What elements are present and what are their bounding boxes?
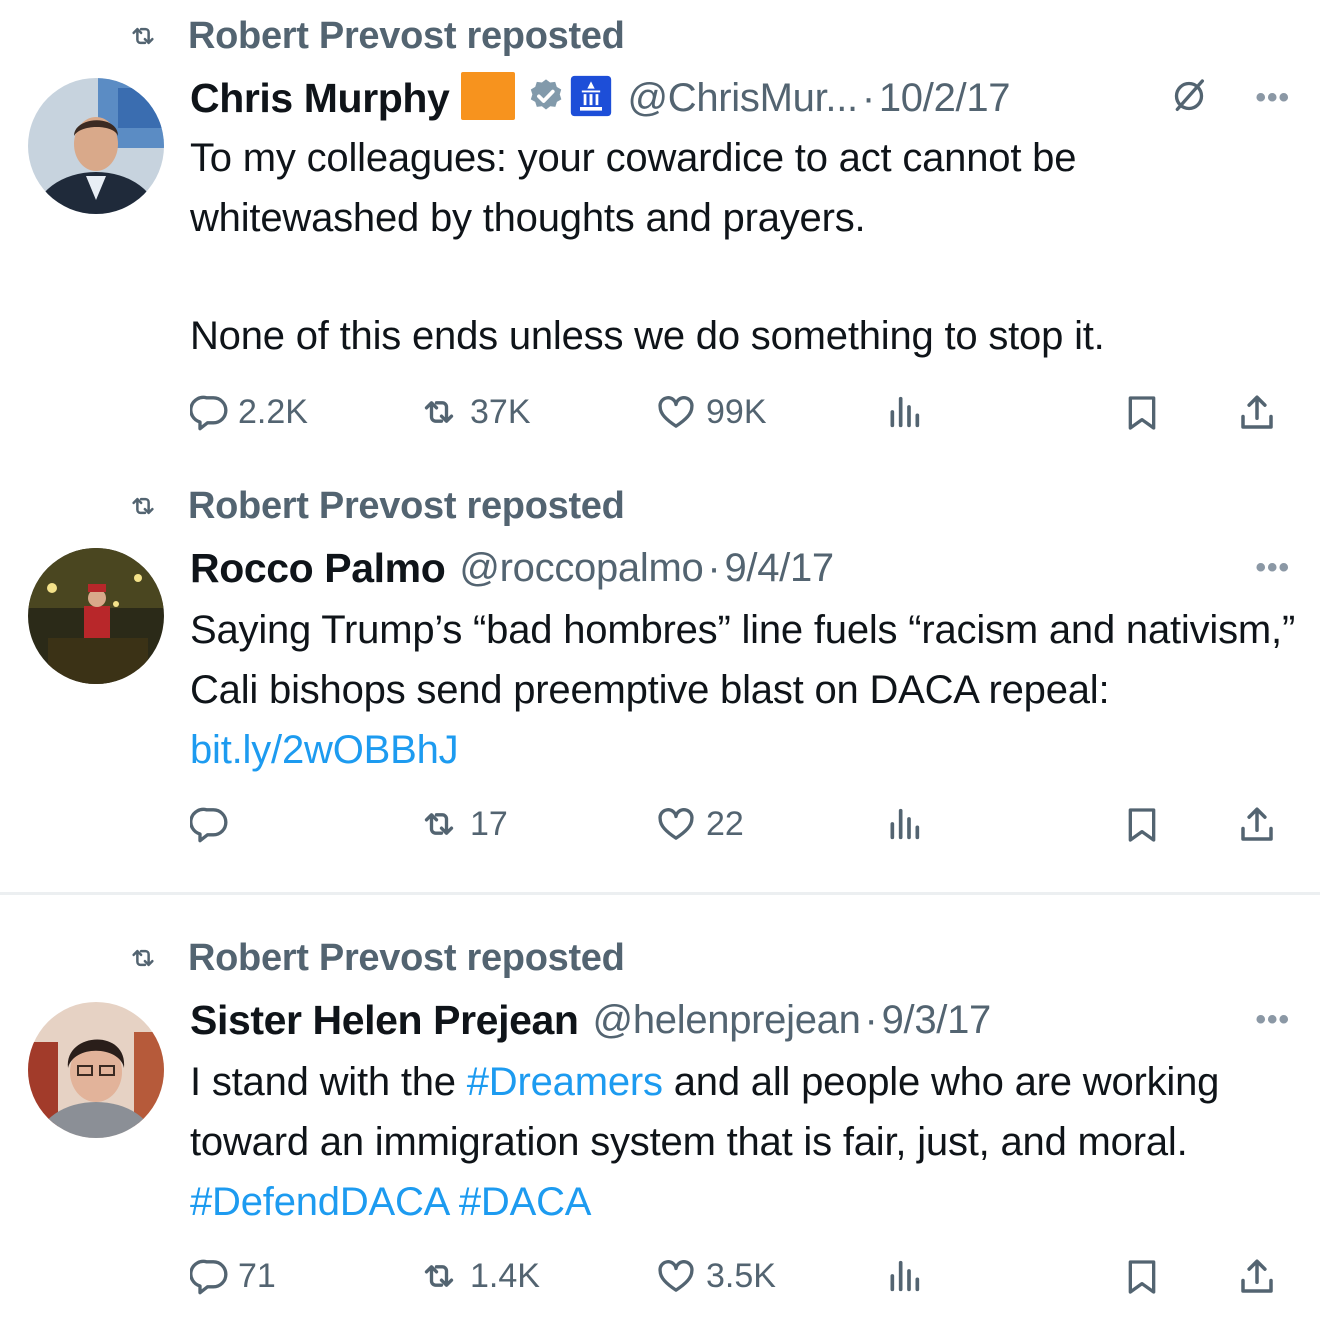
tweet-header: Chris Murphy @ChrisMur... · 10/2/17 ••• bbox=[190, 70, 1290, 126]
repost-context: Robert Prevost reposted bbox=[120, 484, 625, 528]
reply-button[interactable]: 2.2K bbox=[190, 392, 308, 432]
like-button[interactable]: 3.5K bbox=[654, 1256, 776, 1296]
tweet-text: To my colleagues: your cowardice to act … bbox=[190, 128, 1300, 366]
tweet-date[interactable]: 9/3/17 bbox=[882, 998, 992, 1043]
tweet-helen-prejean[interactable]: Robert Prevost reposted Sister Helen Pre… bbox=[0, 892, 1320, 1340]
share-button[interactable] bbox=[1236, 804, 1278, 846]
repost-count: 37K bbox=[470, 392, 531, 431]
avatar[interactable] bbox=[28, 78, 164, 214]
repost-icon bbox=[120, 943, 166, 973]
bookmark-icon bbox=[1122, 392, 1162, 434]
author-handle[interactable]: @ChrisMur... bbox=[627, 76, 858, 121]
more-options-button[interactable]: ••• bbox=[1255, 551, 1290, 585]
tweet-rocco-palmo[interactable]: Robert Prevost reposted Rocco Palmo @roc… bbox=[0, 470, 1320, 892]
tweet-header: Rocco Palmo @roccopalmo · 9/4/17 ••• bbox=[190, 540, 1290, 596]
reply-button[interactable] bbox=[190, 804, 238, 844]
more-options-button[interactable]: ••• bbox=[1255, 1003, 1290, 1037]
views-icon bbox=[884, 1256, 924, 1296]
share-icon bbox=[1236, 804, 1278, 846]
repost-context-text: Robert Prevost reposted bbox=[188, 936, 625, 979]
tweet-text: I stand with the #Dreamers and all peopl… bbox=[190, 1052, 1300, 1232]
tweet-link[interactable]: bit.ly/2wOBBhJ bbox=[190, 728, 459, 772]
tweet-date[interactable]: 10/2/17 bbox=[879, 76, 1011, 121]
share-button[interactable] bbox=[1236, 1256, 1278, 1298]
avatar[interactable] bbox=[28, 1002, 164, 1138]
tweet-text-paragraph: To my colleagues: your cowardice to act … bbox=[190, 136, 1077, 240]
more-options-button[interactable]: ••• bbox=[1255, 81, 1290, 115]
tweet-text-paragraph: None of this ends unless we do something… bbox=[190, 314, 1105, 358]
like-count: 99K bbox=[706, 392, 767, 431]
hashtag-defenddaca[interactable]: #DefendDACA bbox=[190, 1180, 448, 1224]
heart-icon bbox=[654, 392, 698, 432]
repost-button[interactable]: 17 bbox=[416, 804, 508, 844]
like-button[interactable]: 99K bbox=[654, 392, 767, 432]
repost-icon bbox=[120, 491, 166, 521]
bookmark-button[interactable] bbox=[1122, 1256, 1162, 1298]
bookmark-icon bbox=[1122, 1256, 1162, 1298]
repost-icon bbox=[416, 804, 462, 844]
reply-count: 2.2K bbox=[238, 392, 308, 431]
repost-icon bbox=[416, 1256, 462, 1296]
author-handle[interactable]: @roccopalmo bbox=[459, 546, 703, 591]
action-bar: 17 22 bbox=[190, 804, 1290, 854]
repost-icon bbox=[416, 392, 462, 432]
dot-separator: · bbox=[861, 75, 875, 120]
dot-separator: · bbox=[864, 997, 878, 1042]
like-count: 3.5K bbox=[706, 1256, 776, 1295]
hashtag-daca[interactable]: #DACA bbox=[459, 1180, 592, 1224]
share-icon bbox=[1236, 1256, 1278, 1298]
like-count: 22 bbox=[706, 804, 744, 843]
like-button[interactable]: 22 bbox=[654, 804, 744, 844]
reply-icon bbox=[190, 804, 230, 844]
hashtag-dreamers[interactable]: #Dreamers bbox=[467, 1060, 663, 1104]
tweet-chris-murphy[interactable]: Robert Prevost reposted Chris Murphy @Ch… bbox=[0, 0, 1320, 470]
tweet-text: Saying Trump’s “bad hombres” line fuels … bbox=[190, 600, 1300, 780]
bookmark-icon bbox=[1122, 804, 1162, 846]
heart-icon bbox=[654, 1256, 698, 1296]
repost-context-text: Robert Prevost reposted bbox=[188, 484, 625, 527]
views-button[interactable] bbox=[884, 804, 924, 844]
heart-icon bbox=[654, 804, 698, 844]
avatar-image bbox=[28, 548, 164, 684]
orange-square-badge-icon bbox=[459, 70, 517, 127]
grok-icon[interactable] bbox=[1169, 76, 1209, 121]
avatar-image bbox=[28, 78, 164, 214]
tweet-header: Sister Helen Prejean @helenprejean · 9/3… bbox=[190, 992, 1290, 1048]
share-button[interactable] bbox=[1236, 392, 1278, 434]
repost-count: 1.4K bbox=[470, 1256, 540, 1295]
views-icon bbox=[884, 804, 924, 844]
reply-icon bbox=[190, 1256, 230, 1296]
tweet-text-content: I stand with the bbox=[190, 1060, 467, 1104]
share-icon bbox=[1236, 392, 1278, 434]
author-name[interactable]: Rocco Palmo bbox=[190, 545, 446, 592]
avatar[interactable] bbox=[28, 548, 164, 684]
views-button[interactable] bbox=[884, 392, 924, 432]
repost-context: Robert Prevost reposted bbox=[120, 14, 625, 58]
tweet-text-content: Saying Trump’s “bad hombres” line fuels … bbox=[190, 608, 1296, 712]
author-handle[interactable]: @helenprejean bbox=[593, 998, 861, 1043]
verified-badge-icon bbox=[527, 77, 565, 120]
author-name[interactable]: Chris Murphy bbox=[190, 75, 450, 122]
author-name[interactable]: Sister Helen Prejean bbox=[190, 997, 579, 1044]
repost-button[interactable]: 37K bbox=[416, 392, 531, 432]
repost-context: Robert Prevost reposted bbox=[120, 936, 625, 980]
reply-count: 71 bbox=[238, 1256, 276, 1295]
action-bar: 71 1.4K 3.5K bbox=[190, 1256, 1290, 1306]
reply-button[interactable]: 71 bbox=[190, 1256, 276, 1296]
avatar-image bbox=[28, 1002, 164, 1138]
views-icon bbox=[884, 392, 924, 432]
repost-count: 17 bbox=[470, 804, 508, 843]
repost-button[interactable]: 1.4K bbox=[416, 1256, 540, 1296]
bookmark-button[interactable] bbox=[1122, 392, 1162, 434]
dot-separator: · bbox=[707, 545, 721, 590]
repost-context-text: Robert Prevost reposted bbox=[188, 14, 625, 57]
government-badge-icon bbox=[569, 74, 613, 123]
tweet-date[interactable]: 9/4/17 bbox=[724, 546, 834, 591]
repost-icon bbox=[120, 21, 166, 51]
reply-icon bbox=[190, 392, 230, 432]
action-bar: 2.2K 37K 99K bbox=[190, 392, 1290, 442]
bookmark-button[interactable] bbox=[1122, 804, 1162, 846]
views-button[interactable] bbox=[884, 1256, 924, 1296]
